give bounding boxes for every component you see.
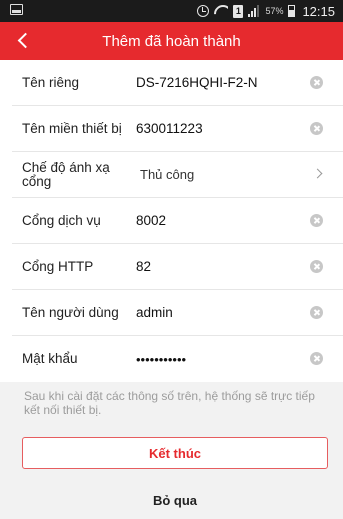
http-port-input[interactable]: 82: [136, 244, 303, 289]
device-domain-input[interactable]: 630011223: [136, 106, 303, 151]
row-http-port: Cổng HTTP 82: [12, 244, 343, 290]
service-port-input[interactable]: 8002: [136, 198, 303, 243]
alarm-icon: [197, 5, 210, 17]
http-port-label: Cổng HTTP: [22, 258, 94, 274]
row-device-domain: Tên miền thiết bị 630011223: [12, 106, 343, 152]
chevron-right-icon: [312, 168, 323, 179]
device-domain-label: Tên miền thiết bị: [22, 120, 122, 136]
battery-percent: 57%: [265, 6, 284, 16]
row-port-mapping-mode[interactable]: Chế độ ánh xạ cổng Thủ công: [12, 152, 343, 198]
status-bar: 1 57% 12:15: [0, 0, 343, 22]
clear-icon[interactable]: [310, 214, 323, 227]
row-device-name: Tên riêng DS-7216HQHI-F2-N: [12, 60, 343, 106]
password-input[interactable]: •••••••••••: [136, 336, 303, 382]
signal-icon: [248, 5, 260, 17]
clock: 12:15: [302, 3, 335, 19]
row-service-port: Cổng dịch vụ 8002: [12, 198, 343, 244]
clear-icon[interactable]: [310, 260, 323, 273]
device-form: Tên riêng DS-7216HQHI-F2-N Tên miền thiế…: [0, 60, 343, 382]
device-name-input[interactable]: DS-7216HQHI-F2-N: [136, 60, 303, 105]
sim-icon: 1: [233, 4, 244, 18]
wifi-icon: [214, 5, 228, 17]
battery-icon: [288, 5, 296, 17]
page-title: Thêm đã hoàn thành: [102, 33, 241, 50]
hint-text: Sau khi cài đặt các thông số trên, hệ th…: [24, 389, 315, 417]
device-name-label: Tên riêng: [22, 74, 80, 90]
clear-icon[interactable]: [310, 76, 323, 89]
service-port-label: Cổng dịch vụ: [22, 212, 101, 228]
port-mapping-mode-label: Chế độ ánh xạ cổng: [22, 159, 110, 189]
app-header: Thêm đã hoàn thành: [0, 22, 343, 60]
screenshot-icon: [10, 4, 23, 15]
clear-icon[interactable]: [310, 306, 323, 319]
status-icons: 1 57% 12:15: [197, 2, 335, 20]
skip-button[interactable]: Bỏ qua: [22, 486, 328, 514]
port-mapping-mode-select[interactable]: Thủ công: [140, 152, 303, 197]
finish-button[interactable]: Kết thúc: [22, 437, 328, 469]
password-label: Mật khẩu: [22, 351, 78, 366]
username-input[interactable]: admin: [136, 290, 303, 335]
row-password: Mật khẩu •••••••••••: [12, 336, 343, 382]
username-label: Tên người dùng: [22, 304, 119, 320]
row-username: Tên người dùng admin: [12, 290, 343, 336]
clear-icon[interactable]: [310, 122, 323, 135]
clear-icon[interactable]: [310, 352, 323, 365]
